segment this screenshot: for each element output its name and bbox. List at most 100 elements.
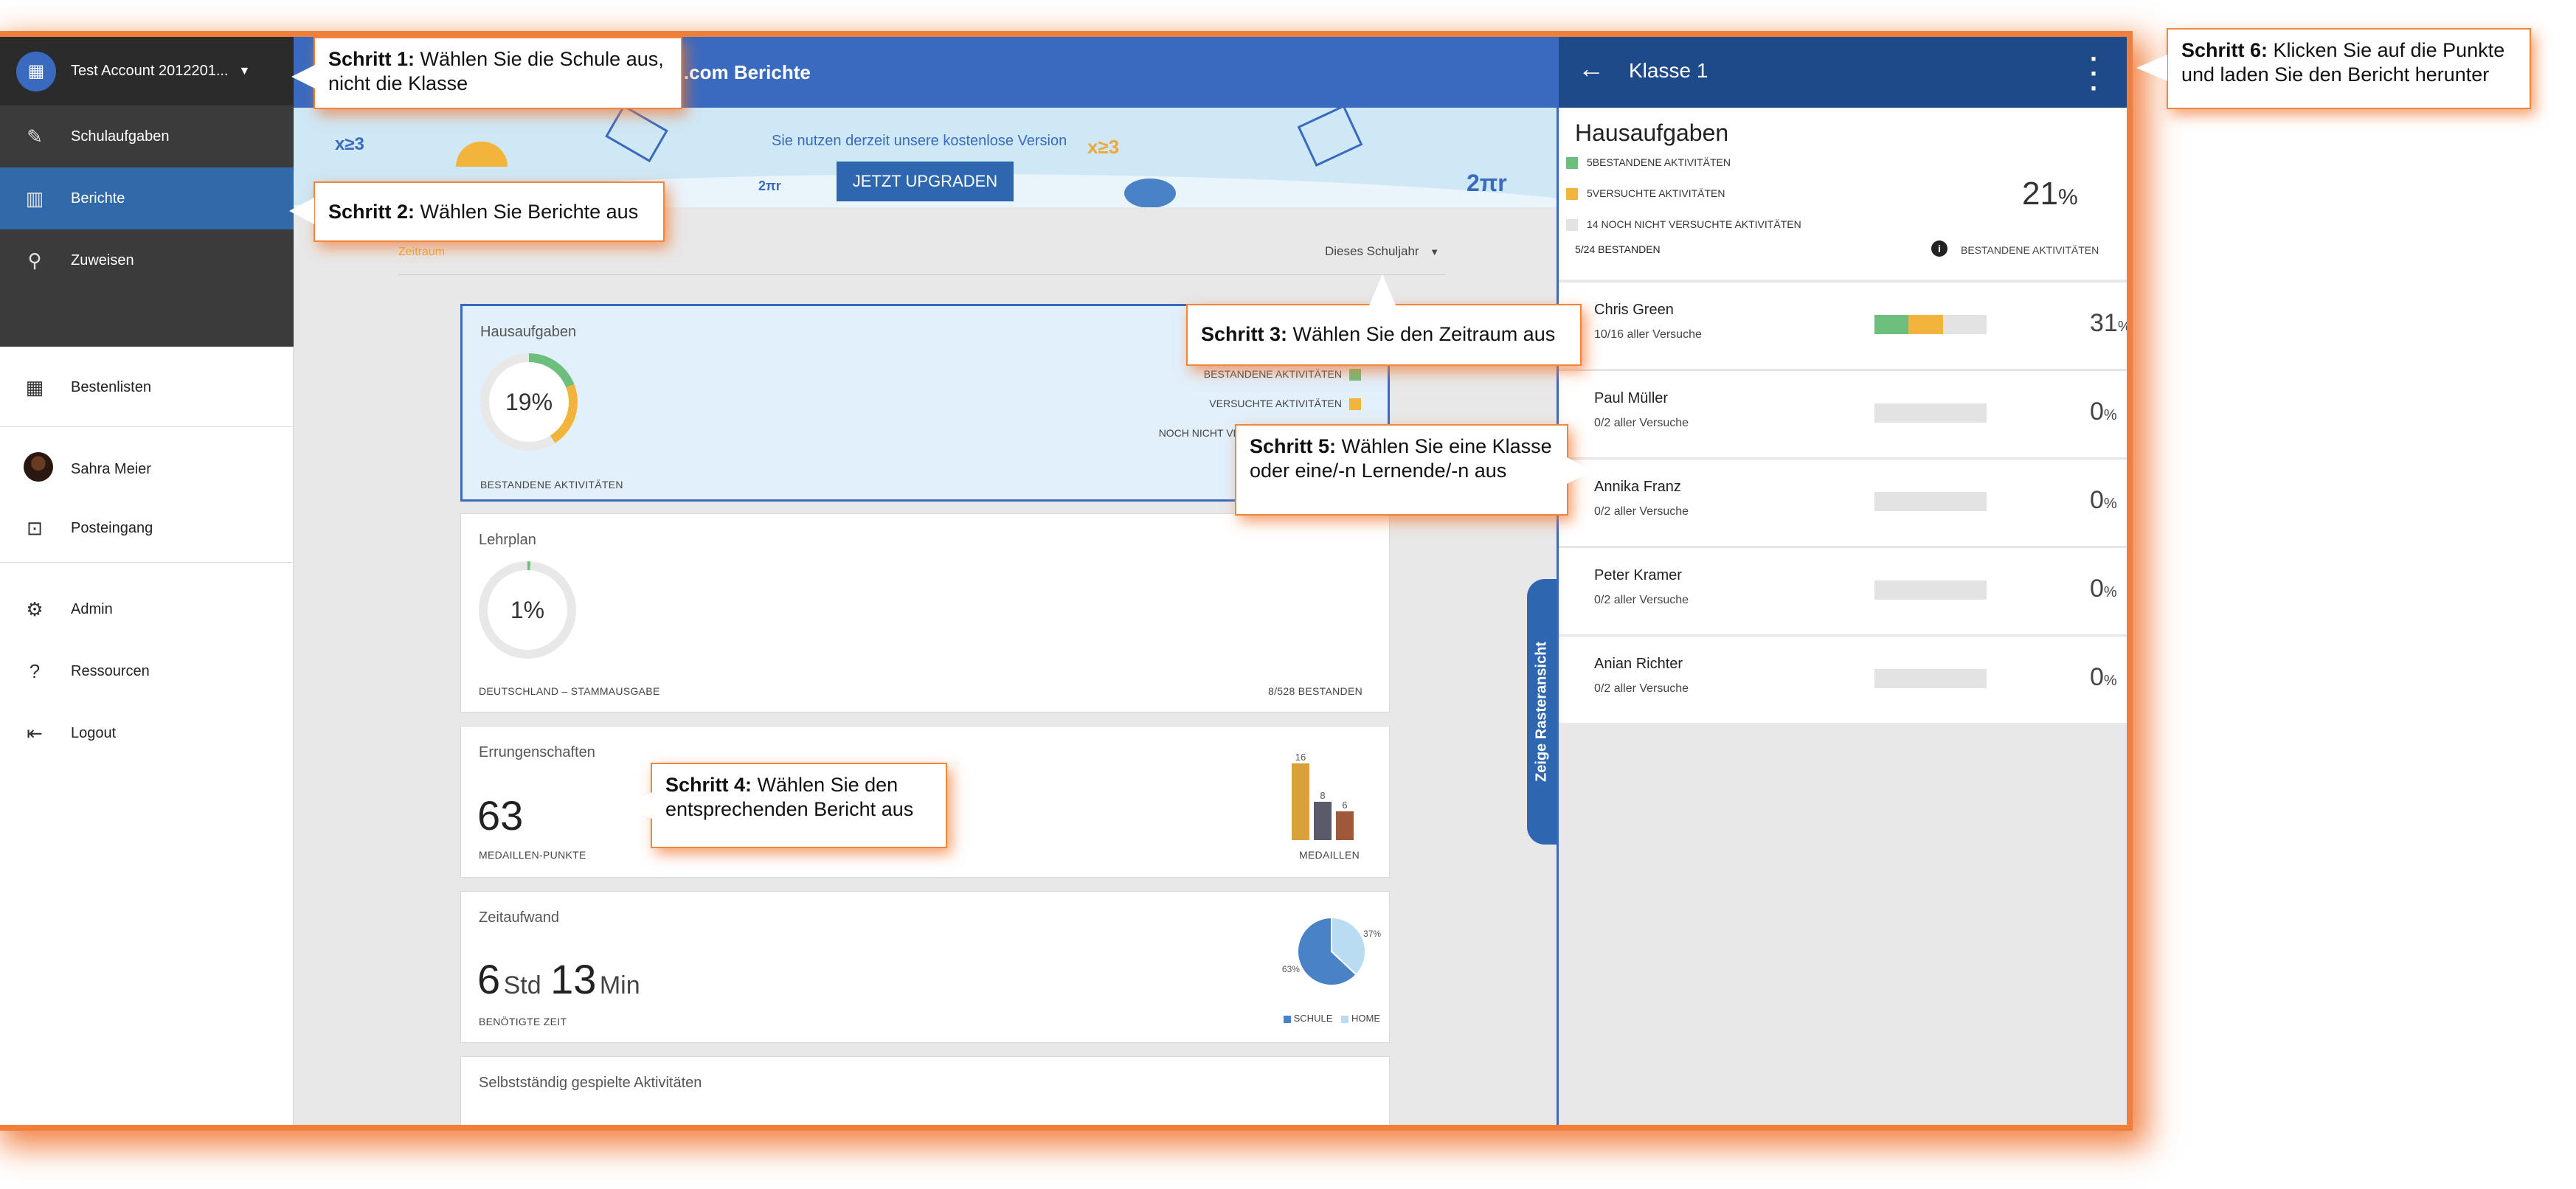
student-attempts: 10/16 aller Versuche bbox=[1594, 328, 1702, 341]
grid-icon: ▦ bbox=[25, 375, 44, 398]
progress-bar bbox=[1874, 403, 1987, 423]
hours-unit: Std bbox=[503, 971, 541, 999]
legend-swatch bbox=[1566, 188, 1578, 201]
card-title: Zeitaufwand bbox=[479, 909, 559, 926]
legend-label: SCHULE bbox=[1293, 1013, 1333, 1024]
logout-icon: ⇤ bbox=[27, 721, 43, 744]
app-window: ▦ Test Account 2012201... ▼ ✎ Schulaufga… bbox=[0, 37, 2127, 1125]
legend-label: HOME bbox=[1351, 1013, 1380, 1024]
legend-item: 14 NOCH NICHT VERSUCHTE AKTIVITÄTEN bbox=[1566, 218, 1801, 232]
callout-step: Schritt 3: bbox=[1201, 323, 1288, 345]
pie-legend: SCHULE HOME bbox=[1283, 1013, 1380, 1024]
sidebar-item-admin[interactable]: ⚙ Admin bbox=[0, 578, 294, 640]
school-icon: ▦ bbox=[16, 51, 56, 91]
student-name: Paul Müller bbox=[1594, 390, 1669, 406]
more-options-icon[interactable]: · · · bbox=[2090, 46, 2099, 102]
sidebar-item-posteingang[interactable]: ⊡ Posteingang bbox=[0, 497, 294, 559]
student-name: Peter Kramer bbox=[1594, 567, 1682, 583]
divider bbox=[0, 562, 294, 563]
student-percentage: 0% bbox=[2090, 663, 2117, 692]
card-title: Lehrplan bbox=[479, 532, 536, 548]
callout-step-6: Schritt 6: Klicken Sie auf die Punkte un… bbox=[2167, 28, 2531, 109]
progress-passed bbox=[1874, 315, 1908, 334]
sidebar-item-label: Sahra Meier bbox=[71, 460, 151, 477]
callout-pointer bbox=[289, 198, 314, 224]
student-attempts: 0/2 aller Versuche bbox=[1594, 682, 1689, 695]
sidebar-item-schulaufgaben[interactable]: ✎ Schulaufgaben bbox=[0, 105, 294, 167]
student-attempts: 0/2 aller Versuche bbox=[1594, 594, 1689, 606]
time-pie-chart: 37% 63% bbox=[1282, 916, 1381, 986]
callout-step: Schritt 4: bbox=[665, 774, 752, 796]
math-deco-icon: x≥3 bbox=[1087, 136, 1120, 158]
legend-swatch bbox=[1349, 398, 1361, 411]
divider bbox=[0, 426, 294, 427]
medal-bar bbox=[1336, 811, 1354, 840]
legend-item: 5BESTANDENE AKTIVITÄTEN bbox=[1566, 156, 1731, 170]
hours-value: 6 bbox=[477, 956, 501, 1002]
account-switcher[interactable]: ▦ Test Account 2012201... ▼ bbox=[0, 37, 294, 105]
pie-value-label: 63% bbox=[1282, 964, 1300, 974]
passed-count: 5/24 BESTANDEN bbox=[1575, 243, 1661, 255]
grid-view-tab[interactable]: Zeige Rasteransicht bbox=[1527, 579, 1557, 845]
sidebar-item-zuweisen[interactable]: ⚲ Zuweisen bbox=[0, 229, 294, 291]
card-zeitaufwand[interactable]: Zeitaufwand 6 Std 13 Min BENÖTIGTE ZEIT … bbox=[460, 891, 1390, 1043]
callout-step-2: Schritt 2: Wählen Sie Berichte aus bbox=[314, 181, 665, 242]
primary-nav: ✎ Schulaufgaben ▥ Berichte ⚲ Zuweisen bbox=[0, 105, 294, 347]
legend-label: 5VERSUCHTE AKTIVITÄTEN bbox=[1587, 187, 1725, 199]
class-percentage: 21% bbox=[2022, 176, 2078, 212]
callout-pointer bbox=[1369, 274, 1396, 305]
student-row[interactable]: Annika Franz 0/2 aller Versuche 0% bbox=[1559, 459, 2127, 546]
progress-bar bbox=[1874, 315, 1987, 334]
back-arrow-icon[interactable]: ← bbox=[1578, 53, 1604, 84]
percent-value: 0 bbox=[2090, 663, 2104, 691]
math-deco-icon: x≥3 bbox=[335, 134, 364, 154]
sidebar-item-label: Admin bbox=[71, 600, 113, 617]
student-row[interactable]: Paul Müller 0/2 aller Versuche 0% bbox=[1559, 370, 2127, 457]
robot-deco-icon bbox=[1124, 178, 1176, 207]
student-percentage: 0% bbox=[2090, 575, 2117, 603]
percent-value: 0 bbox=[2090, 575, 2104, 603]
schuljahr-select[interactable]: Dieses Schuljahr ▼ bbox=[1325, 244, 1439, 259]
homework-summary: Hausaufgaben 5BESTANDENE AKTIVITÄTEN 5VE… bbox=[1559, 108, 2127, 280]
sidebar-item-label: Logout bbox=[71, 724, 117, 741]
student-name: Anian Richter bbox=[1594, 656, 1683, 672]
percent-value: 0 bbox=[2090, 486, 2104, 514]
card-lehrplan[interactable]: Lehrplan 1% DEUTSCHLAND – STAMMAUSGABE 8… bbox=[460, 513, 1390, 713]
search-icon: ⚲ bbox=[27, 249, 42, 271]
sidebar-item-bestenlisten[interactable]: ▦ Bestenlisten bbox=[0, 356, 294, 418]
minutes-value: 13 bbox=[550, 956, 597, 1002]
sidebar-item-berichte[interactable]: ▥ Berichte bbox=[0, 167, 294, 229]
info-label: BESTANDENE AKTIVITÄTEN bbox=[1961, 244, 2099, 256]
sidebar: ▦ Test Account 2012201... ▼ ✎ Schulaufga… bbox=[0, 37, 294, 1125]
percent-unit: % bbox=[2103, 496, 2117, 512]
callout-pointer bbox=[624, 792, 652, 819]
student-row[interactable]: Peter Kramer 0/2 aller Versuche 0% bbox=[1559, 547, 2127, 634]
legend-swatch bbox=[1566, 219, 1578, 232]
student-name: Annika Franz bbox=[1594, 479, 1681, 495]
sidebar-item-logout[interactable]: ⇤ Logout bbox=[0, 702, 294, 764]
card-footer: BENÖTIGTE ZEIT bbox=[479, 1016, 567, 1027]
student-row[interactable]: Chris Green 10/16 aller Versuche 31% bbox=[1559, 282, 2127, 369]
student-percentage: 0% bbox=[2090, 486, 2117, 515]
pi-deco-icon: 2πr bbox=[1467, 170, 1507, 196]
student-name: Chris Green bbox=[1594, 302, 1674, 318]
legend-label: BESTANDENE AKTIVITÄTEN bbox=[1203, 368, 1342, 380]
percent-unit: % bbox=[2057, 185, 2078, 209]
legend-item: 5VERSUCHTE AKTIVITÄTEN bbox=[1566, 187, 1725, 201]
pi-deco-icon: 2πr bbox=[758, 178, 781, 193]
info-icon[interactable]: i bbox=[1931, 240, 1947, 257]
legend-swatch bbox=[1566, 157, 1578, 170]
percent-unit: % bbox=[2103, 673, 2117, 689]
student-row[interactable]: Anian Richter 0/2 aller Versuche 0% bbox=[1559, 636, 2127, 723]
avatar bbox=[24, 451, 53, 487]
callout-step: Schritt 1: bbox=[328, 48, 415, 70]
upgrade-button[interactable]: JETZT UPGRADEN bbox=[837, 162, 1014, 201]
sidebar-item-profile[interactable]: Sahra Meier bbox=[0, 438, 294, 500]
donut-value: 19% bbox=[489, 362, 569, 442]
pie-value-label: 37% bbox=[1363, 929, 1381, 939]
card-selbststaendig[interactable]: Selbstständig gespielte Aktivitäten bbox=[460, 1056, 1390, 1125]
donut-value: 1% bbox=[488, 570, 567, 650]
card-title: Errungenschaften bbox=[479, 744, 595, 760]
bar-value-label: 8 bbox=[1320, 790, 1325, 801]
sidebar-item-ressourcen[interactable]: ? Ressourcen bbox=[0, 640, 294, 702]
